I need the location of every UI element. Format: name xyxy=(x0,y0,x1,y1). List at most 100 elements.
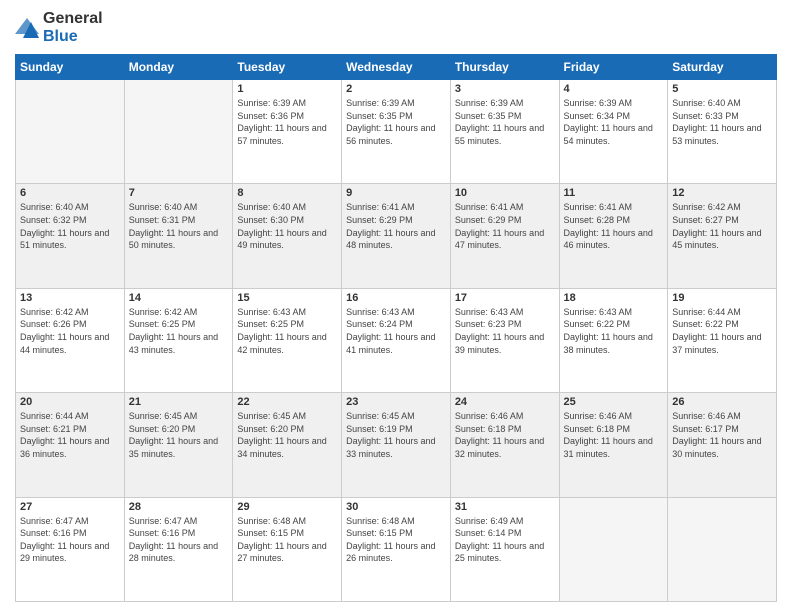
day-info: Sunrise: 6:46 AMSunset: 6:18 PMDaylight:… xyxy=(564,410,664,460)
day-info: Sunrise: 6:40 AMSunset: 6:31 PMDaylight:… xyxy=(129,201,229,251)
day-number: 3 xyxy=(455,83,555,95)
calendar-cell: 27 Sunrise: 6:47 AMSunset: 6:16 PMDayligh… xyxy=(16,497,125,601)
calendar-cell: 21 Sunrise: 6:45 AMSunset: 6:20 PMDayligh… xyxy=(124,393,233,497)
day-info: Sunrise: 6:43 AMSunset: 6:24 PMDaylight:… xyxy=(346,306,446,356)
day-number: 20 xyxy=(20,396,120,408)
day-info: Sunrise: 6:42 AMSunset: 6:25 PMDaylight:… xyxy=(129,306,229,356)
day-number: 27 xyxy=(20,501,120,513)
day-info: Sunrise: 6:41 AMSunset: 6:29 PMDaylight:… xyxy=(346,201,446,251)
calendar-cell: 15Sunrise: 6:43 AMSunset: 6:25 PMDayligh… xyxy=(233,288,342,392)
day-info: Sunrise: 6:43 AMSunset: 6:22 PMDaylight:… xyxy=(564,306,664,356)
calendar-cell: 2Sunrise: 6:39 AMSunset: 6:35 PMDaylight… xyxy=(342,80,451,184)
calendar-cell: 6Sunrise: 6:40 AMSunset: 6:32 PMDaylight… xyxy=(16,184,125,288)
weekday-header-saturday: Saturday xyxy=(668,55,777,80)
day-number: 25 xyxy=(564,396,664,408)
calendar-cell: 16Sunrise: 6:43 AMSunset: 6:24 PMDayligh… xyxy=(342,288,451,392)
calendar-cell: 14 Sunrise: 6:42 AMSunset: 6:25 PMDayligh… xyxy=(124,288,233,392)
day-number: 19 xyxy=(672,292,772,304)
weekday-header-tuesday: Tuesday xyxy=(233,55,342,80)
logo-icon xyxy=(15,18,39,38)
calendar-cell: 11Sunrise: 6:41 AMSunset: 6:28 PMDayligh… xyxy=(559,184,668,288)
day-number: 13 xyxy=(20,292,120,304)
day-info: Sunrise: 6:46 AMSunset: 6:18 PMDaylight:… xyxy=(455,410,555,460)
calendar-cell: 29 Sunrise: 6:48 AMSunset: 6:15 PMDayligh… xyxy=(233,497,342,601)
calendar-week-row: 6Sunrise: 6:40 AMSunset: 6:32 PMDaylight… xyxy=(16,184,777,288)
weekday-header-thursday: Thursday xyxy=(450,55,559,80)
calendar-cell: 4 Sunrise: 6:39 AMSunset: 6:34 PMDaylight… xyxy=(559,80,668,184)
day-info: Sunrise: 6:45 AMSunset: 6:20 PMDaylight:… xyxy=(237,410,337,460)
day-info: Sunrise: 6:45 AMSunset: 6:19 PMDaylight:… xyxy=(346,410,446,460)
logo-text: General Blue xyxy=(43,10,103,46)
calendar-table: SundayMondayTuesdayWednesdayThursdayFrid… xyxy=(15,54,777,602)
weekday-header-monday: Monday xyxy=(124,55,233,80)
calendar-week-row: 27 Sunrise: 6:47 AMSunset: 6:16 PMDayligh… xyxy=(16,497,777,601)
calendar-week-row: 13 Sunrise: 6:42 AMSunset: 6:26 PMDayligh… xyxy=(16,288,777,392)
day-info: Sunrise: 6:47 AMSunset: 6:16 PMDaylight:… xyxy=(129,515,229,565)
day-number: 31 xyxy=(455,501,555,513)
calendar-cell: 10 Sunrise: 6:41 AMSunset: 6:29 PMDayligh… xyxy=(450,184,559,288)
day-info: Sunrise: 6:48 AMSunset: 6:15 PMDaylight:… xyxy=(346,515,446,565)
day-info: Sunrise: 6:48 AMSunset: 6:15 PMDaylight:… xyxy=(237,515,337,565)
day-number: 8 xyxy=(237,187,337,199)
calendar-cell: 19 Sunrise: 6:44 AMSunset: 6:22 PMDayligh… xyxy=(668,288,777,392)
calendar-cell xyxy=(124,80,233,184)
calendar-week-row: 1 Sunrise: 6:39 AMSunset: 6:36 PMDaylight… xyxy=(16,80,777,184)
day-info: Sunrise: 6:44 AMSunset: 6:22 PMDaylight:… xyxy=(672,306,772,356)
calendar-cell: 24 Sunrise: 6:46 AMSunset: 6:18 PMDayligh… xyxy=(450,393,559,497)
day-number: 28 xyxy=(129,501,229,513)
logo: General Blue xyxy=(15,10,103,46)
day-number: 29 xyxy=(237,501,337,513)
day-info: Sunrise: 6:39 AMSunset: 6:35 PMDaylight:… xyxy=(346,97,446,147)
day-number: 24 xyxy=(455,396,555,408)
day-number: 7 xyxy=(129,187,229,199)
day-info: Sunrise: 6:39 AMSunset: 6:34 PMDaylight:… xyxy=(564,97,664,147)
calendar-cell: 8Sunrise: 6:40 AMSunset: 6:30 PMDaylight… xyxy=(233,184,342,288)
day-info: Sunrise: 6:42 AMSunset: 6:26 PMDaylight:… xyxy=(20,306,120,356)
calendar-cell: 3 Sunrise: 6:39 AMSunset: 6:35 PMDaylight… xyxy=(450,80,559,184)
day-info: Sunrise: 6:46 AMSunset: 6:17 PMDaylight:… xyxy=(672,410,772,460)
calendar-cell xyxy=(559,497,668,601)
calendar-cell: 20Sunrise: 6:44 AMSunset: 6:21 PMDayligh… xyxy=(16,393,125,497)
weekday-header-sunday: Sunday xyxy=(16,55,125,80)
day-number: 4 xyxy=(564,83,664,95)
day-number: 12 xyxy=(672,187,772,199)
day-info: Sunrise: 6:41 AMSunset: 6:29 PMDaylight:… xyxy=(455,201,555,251)
calendar-cell xyxy=(668,497,777,601)
day-number: 17 xyxy=(455,292,555,304)
calendar-cell: 12Sunrise: 6:42 AMSunset: 6:27 PMDayligh… xyxy=(668,184,777,288)
day-info: Sunrise: 6:39 AMSunset: 6:35 PMDaylight:… xyxy=(455,97,555,147)
day-info: Sunrise: 6:39 AMSunset: 6:36 PMDaylight:… xyxy=(237,97,337,147)
day-number: 10 xyxy=(455,187,555,199)
day-number: 23 xyxy=(346,396,446,408)
day-number: 30 xyxy=(346,501,446,513)
calendar-cell: 28 Sunrise: 6:47 AMSunset: 6:16 PMDayligh… xyxy=(124,497,233,601)
calendar-cell: 22 Sunrise: 6:45 AMSunset: 6:20 PMDayligh… xyxy=(233,393,342,497)
calendar-cell: 9 Sunrise: 6:41 AMSunset: 6:29 PMDaylight… xyxy=(342,184,451,288)
calendar-cell: 23 Sunrise: 6:45 AMSunset: 6:19 PMDayligh… xyxy=(342,393,451,497)
calendar-cell: 17 Sunrise: 6:43 AMSunset: 6:23 PMDayligh… xyxy=(450,288,559,392)
day-number: 26 xyxy=(672,396,772,408)
calendar-week-row: 20Sunrise: 6:44 AMSunset: 6:21 PMDayligh… xyxy=(16,393,777,497)
calendar-cell xyxy=(16,80,125,184)
day-number: 11 xyxy=(564,187,664,199)
calendar-cell: 31 Sunrise: 6:49 AMSunset: 6:14 PMDayligh… xyxy=(450,497,559,601)
calendar-cell: 26 Sunrise: 6:46 AMSunset: 6:17 PMDayligh… xyxy=(668,393,777,497)
header: General Blue xyxy=(15,10,777,46)
day-info: Sunrise: 6:49 AMSunset: 6:14 PMDaylight:… xyxy=(455,515,555,565)
day-number: 1 xyxy=(237,83,337,95)
calendar-cell: 18Sunrise: 6:43 AMSunset: 6:22 PMDayligh… xyxy=(559,288,668,392)
weekday-header-friday: Friday xyxy=(559,55,668,80)
calendar-cell: 1 Sunrise: 6:39 AMSunset: 6:36 PMDaylight… xyxy=(233,80,342,184)
day-number: 21 xyxy=(129,396,229,408)
calendar-cell: 30 Sunrise: 6:48 AMSunset: 6:15 PMDayligh… xyxy=(342,497,451,601)
day-number: 6 xyxy=(20,187,120,199)
day-number: 22 xyxy=(237,396,337,408)
weekday-header-row: SundayMondayTuesdayWednesdayThursdayFrid… xyxy=(16,55,777,80)
day-number: 9 xyxy=(346,187,446,199)
day-number: 14 xyxy=(129,292,229,304)
day-info: Sunrise: 6:43 AMSunset: 6:23 PMDaylight:… xyxy=(455,306,555,356)
page: General Blue SundayMondayTuesdayWednesda… xyxy=(0,0,792,612)
day-info: Sunrise: 6:45 AMSunset: 6:20 PMDaylight:… xyxy=(129,410,229,460)
day-info: Sunrise: 6:40 AMSunset: 6:33 PMDaylight:… xyxy=(672,97,772,147)
day-info: Sunrise: 6:47 AMSunset: 6:16 PMDaylight:… xyxy=(20,515,120,565)
